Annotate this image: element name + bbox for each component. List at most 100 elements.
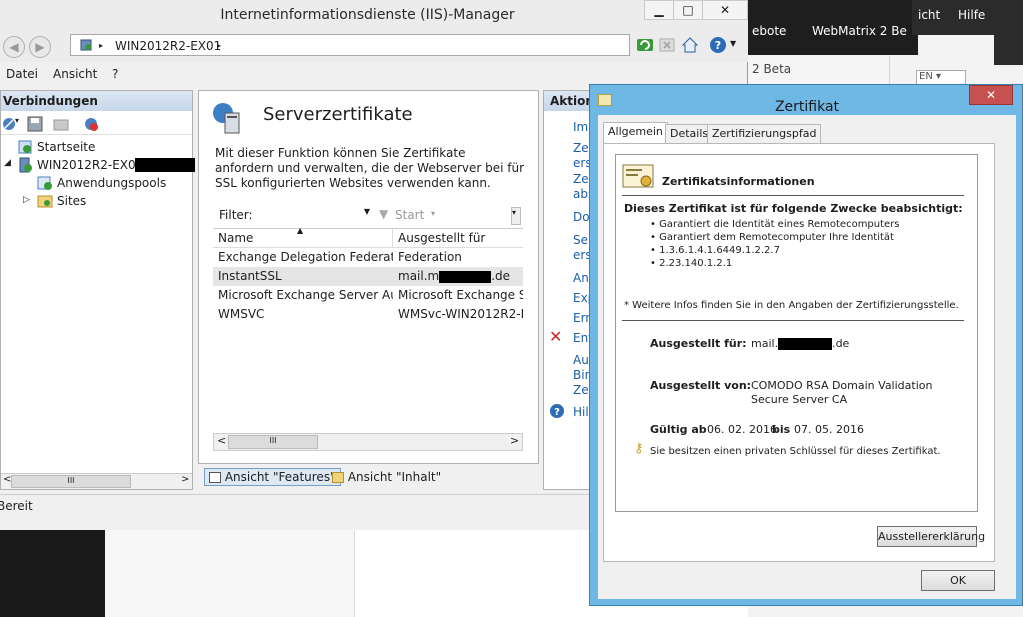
scroll-thumb[interactable]: III — [11, 475, 131, 488]
stop-icon[interactable] — [657, 35, 677, 55]
horizontal-scrollbar[interactable]: < III > — [213, 433, 523, 451]
save-icon[interactable] — [27, 116, 43, 132]
table-row[interactable]: WMSVC WMSvc-WIN2012R2-EX( — [213, 305, 523, 324]
up-folder-icon[interactable] — [53, 116, 69, 132]
sites-icon — [37, 195, 53, 208]
cell-issued-for: Microsoft Exchange Ser — [398, 288, 523, 302]
feature-panel: Serverzertifikate Mit dieser Funktion kö… — [198, 90, 539, 464]
bg-menu-item: Hilfe — [958, 8, 986, 22]
chevron-down-icon[interactable]: ▼ — [730, 39, 736, 48]
redacted-block — [135, 158, 195, 172]
cell-name: Exchange Delegation Federation — [218, 250, 393, 264]
cell-name: Microsoft Exchange Server Aut... — [218, 288, 393, 302]
issuer-statement-button[interactable]: Ausstellererklärung — [877, 526, 985, 547]
bg-menu-item: ebote — [752, 24, 787, 38]
certificate-icon — [622, 164, 654, 188]
tab-details[interactable]: Details — [665, 124, 714, 143]
start-button[interactable]: Start — [395, 208, 424, 222]
chevron-right-icon: ▸ — [99, 41, 104, 50]
action-help[interactable]: Hil — [573, 405, 589, 419]
column-header-issued-for[interactable]: Ausgestellt für — [393, 229, 523, 248]
cell-issued-for: WMSvc-WIN2012R2-EX( — [398, 307, 523, 321]
feature-title: Serverzertifikate — [263, 104, 413, 125]
purpose-item: • 1.3.6.1.4.1.6449.1.2.2.7 — [650, 245, 780, 256]
valid-to-value: 07. 05. 2016 — [794, 423, 864, 436]
chevron-down-icon[interactable]: ▾ — [431, 209, 435, 218]
table-row-selected[interactable]: InstantSSL mail.m .de — [213, 267, 523, 286]
refresh-icon[interactable] — [635, 35, 655, 55]
tab-general[interactable]: Allgemein — [603, 122, 668, 144]
content-view-button[interactable]: Ansicht "Inhalt" — [330, 469, 443, 485]
menu-file[interactable]: Datei — [6, 67, 38, 81]
home-icon[interactable] — [680, 35, 700, 55]
tree-item-start[interactable]: Startseite — [37, 140, 95, 154]
back-button[interactable]: ◀ — [3, 36, 25, 58]
menu-help[interactable]: ? — [112, 67, 118, 81]
cell-name: WMSVC — [218, 307, 265, 321]
dialog-body: Allgemein Details Zertifizierungspfad Ze… — [598, 115, 1016, 599]
divider — [622, 195, 964, 196]
svg-text:?: ? — [554, 407, 560, 418]
window-title: Internetinformationsdienste (IIS)-Manage… — [220, 7, 515, 23]
chevron-right-icon[interactable]: ▸ — [217, 41, 221, 50]
cell-issued-for: mail.m .de — [398, 269, 511, 283]
valid-to-label: bis — [772, 423, 791, 436]
feature-description: Mit dieser Funktion können Sie Zertifika… — [215, 146, 525, 190]
scroll-thumb[interactable]: III — [228, 435, 318, 449]
tree-expander[interactable]: ▷ — [23, 195, 30, 205]
redacted-block — [439, 270, 492, 283]
status-text: Bereit — [0, 499, 33, 513]
issued-by-label: Ausgestellt von: — [650, 379, 752, 392]
dialog-title: Zertifikat — [774, 99, 840, 115]
content-view-icon — [332, 472, 344, 483]
background-topbar — [994, 35, 1023, 65]
server-icon — [80, 39, 92, 51]
bg-menu-item: WebMatrix 2 Be — [812, 24, 907, 38]
purpose-heading: Dieses Zertifikat ist für folgende Zweck… — [624, 202, 963, 215]
forward-button[interactable]: ▶ — [29, 36, 51, 58]
sort-ascending-icon: ▲ — [297, 226, 304, 235]
tab-certification-path[interactable]: Zertifizierungspfad — [707, 124, 822, 143]
filter-label: Filter: — [219, 208, 253, 222]
issued-to-value: mail. .de — [751, 337, 850, 350]
more-info-note: * Weitere Infos finden Sie in den Angabe… — [624, 300, 959, 311]
horizontal-scrollbar[interactable]: < III > — [1, 473, 192, 489]
tab-panel: Zertifikatsinformationen Dieses Zertifik… — [603, 143, 995, 562]
valid-from-label: Gültig ab — [650, 423, 707, 436]
disconnect-icon[interactable] — [83, 116, 99, 132]
menu-view[interactable]: Ansicht — [53, 67, 97, 81]
tree-item-sites[interactable]: Sites — [57, 194, 86, 208]
filter-input[interactable]: ▼ — [255, 205, 373, 224]
server-certificates-icon — [213, 103, 240, 134]
features-view-button[interactable]: Ansicht "Features" — [204, 468, 341, 486]
table-row[interactable]: Exchange Delegation Federation Federatio… — [213, 248, 523, 267]
action-domain[interactable]: Do — [573, 210, 590, 224]
certificate-info-box: Zertifikatsinformationen Dieses Zertifik… — [615, 154, 978, 512]
background-panel — [105, 530, 355, 617]
chevron-down-icon[interactable]: ▾ — [15, 116, 19, 125]
background-topbar: ebote WebMatrix 2 Be — [748, 0, 918, 55]
funnel-icon[interactable]: ▼ — [379, 207, 388, 221]
address-bar[interactable]: ▸ WIN2012R2-EX01 ▸ — [70, 34, 630, 56]
help-icon[interactable]: ? — [708, 35, 728, 55]
certificate-dialog: Zertifikat ✕ Allgemein Details Zertifizi… — [589, 84, 1023, 606]
close-button[interactable]: ✕ — [969, 85, 1013, 105]
ok-button[interactable]: OK — [921, 570, 995, 591]
close-button[interactable]: ✕ — [702, 0, 748, 20]
scroll-handle[interactable]: ▾ — [511, 207, 521, 225]
svg-text:?: ? — [715, 39, 721, 52]
chevron-down-icon: ▼ — [363, 207, 370, 216]
maximize-button[interactable]: □ — [673, 0, 703, 20]
minimize-button[interactable]: ▁ — [644, 0, 674, 20]
table-row[interactable]: Microsoft Exchange Server Aut... Microso… — [213, 286, 523, 305]
issued-to-label: Ausgestellt für: — [650, 337, 747, 350]
status-bar: Bereit — [0, 494, 595, 516]
cell-issued-for: Federation — [398, 250, 462, 264]
info-title: Zertifikatsinformationen — [662, 175, 815, 188]
tree-item-app-pools[interactable]: Anwendungspools — [57, 176, 166, 190]
redacted-block — [778, 338, 833, 350]
app-pools-icon — [37, 176, 52, 190]
tree-expander[interactable]: ◢ — [4, 158, 11, 168]
private-key-note: Sie besitzen einen privaten Schlüssel fü… — [650, 446, 941, 457]
purpose-item: • 2.23.140.1.2.1 — [650, 258, 733, 269]
